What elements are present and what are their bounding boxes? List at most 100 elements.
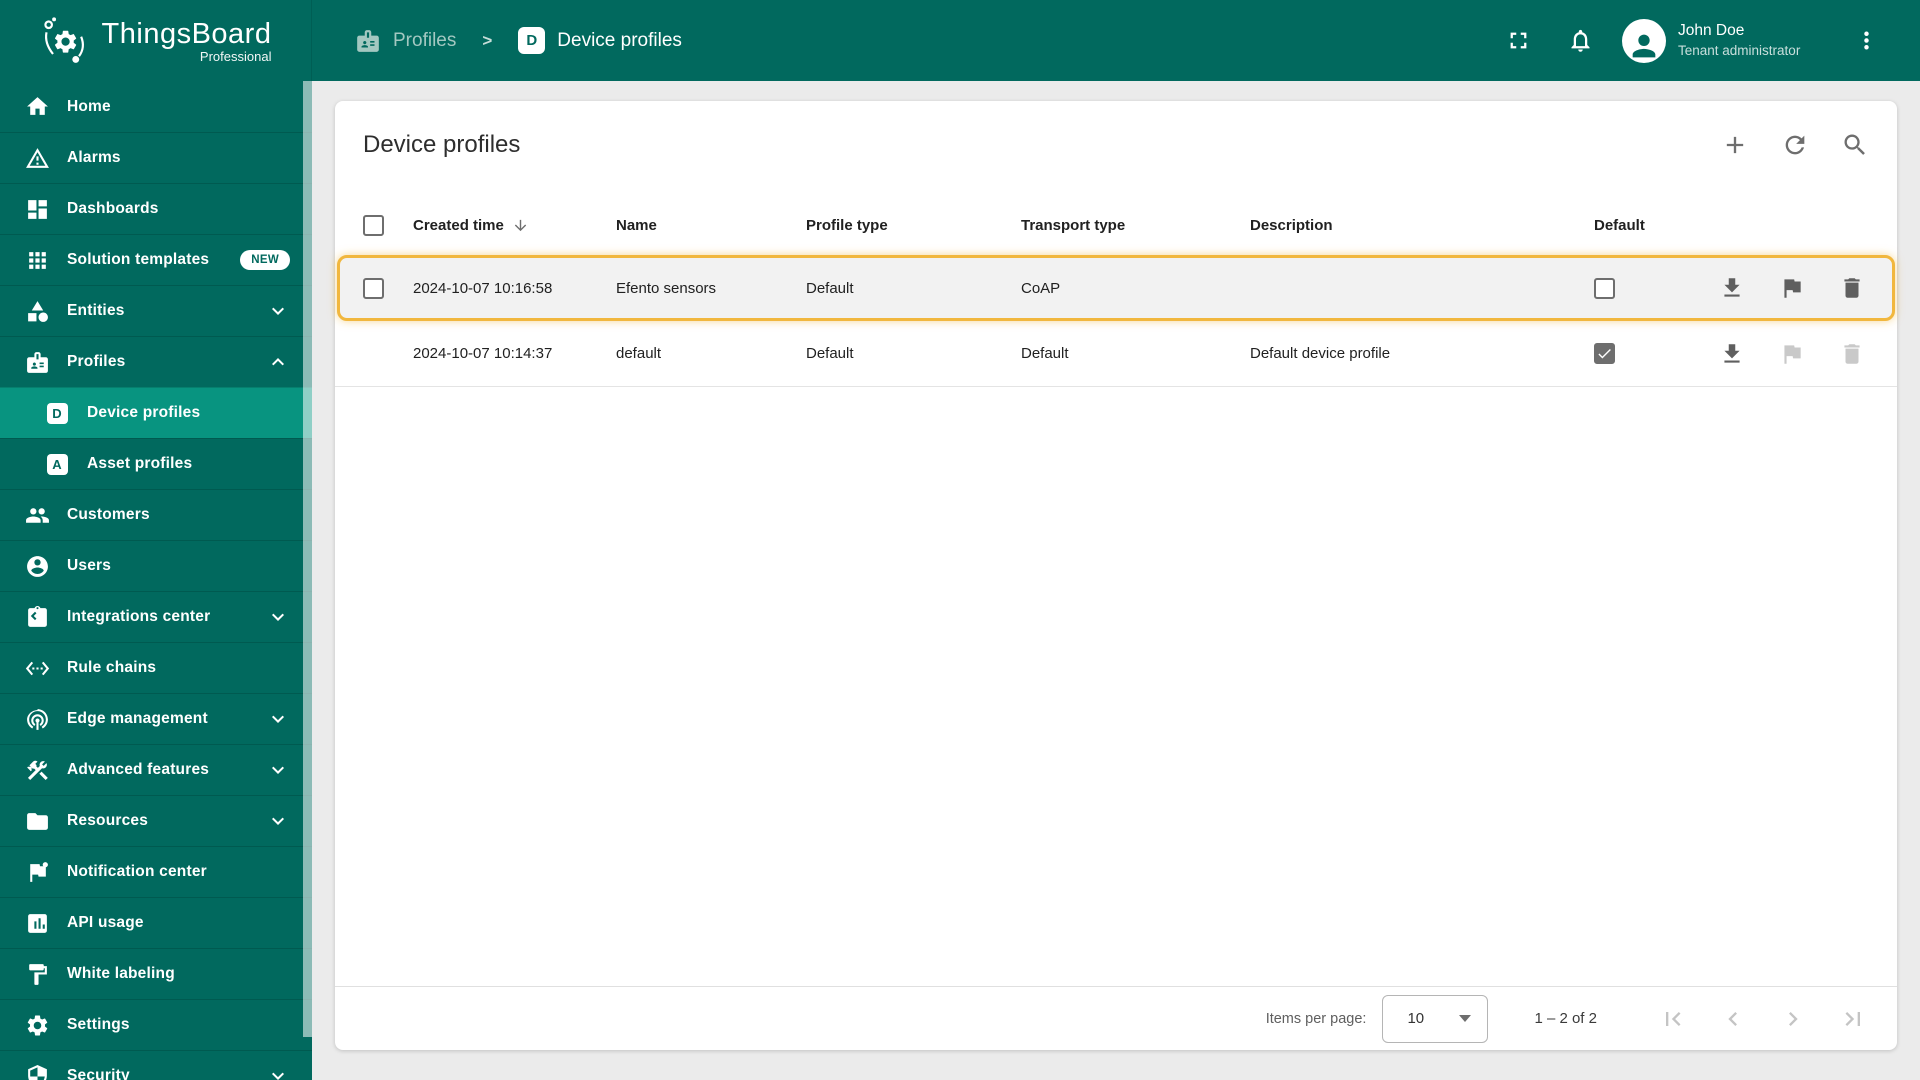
plus-icon	[1726, 136, 1744, 154]
sidebar-item-alarms[interactable]: Alarms	[0, 132, 312, 183]
sidebar-item-customers[interactable]: Customers	[0, 489, 312, 540]
default-checkbox[interactable]	[1594, 277, 1615, 299]
download-icon	[1724, 343, 1740, 363]
set-default-button[interactable]	[1775, 271, 1809, 305]
sidebar-item-advanced-features[interactable]: Advanced features	[0, 744, 312, 795]
items-per-page-select[interactable]: 10	[1382, 994, 1489, 1043]
sidebar-item-rule-chains[interactable]: Rule chains	[0, 642, 312, 693]
next-page-button[interactable]	[1771, 997, 1815, 1041]
category-icon	[24, 298, 50, 324]
table-header-row: Created time Name Profile type Transport…	[335, 201, 1897, 249]
last-page-button[interactable]	[1831, 997, 1875, 1041]
cell-created-time: 2024-10-07 10:14:37	[413, 345, 553, 362]
delete-profile-button[interactable]	[1835, 271, 1869, 305]
sidebar-item-security[interactable]: Security	[0, 1050, 312, 1080]
download-icon	[1724, 278, 1740, 297]
column-header-created-time[interactable]: Created time	[413, 217, 616, 234]
sidebar-item-api-usage[interactable]: API usage	[0, 897, 312, 948]
export-profile-button[interactable]	[1715, 337, 1749, 371]
trash-icon	[1844, 343, 1860, 364]
cell-transport-type: Default	[1021, 345, 1069, 362]
user-name: John Doe	[1678, 22, 1745, 39]
people-icon	[24, 502, 50, 528]
fullscreen-icon	[1510, 32, 1526, 49]
chevron-right-icon	[1789, 1011, 1798, 1026]
trash-icon	[1844, 278, 1860, 298]
fullscreen-button[interactable]	[1498, 21, 1538, 61]
sidebar-item-notification-center[interactable]: Notification center	[0, 846, 312, 897]
sort-desc-arrow-icon	[514, 219, 527, 231]
row-actions	[1700, 271, 1869, 305]
cell-name: Efento sensors	[616, 279, 717, 297]
column-header-profile-type[interactable]: Profile type	[806, 217, 1021, 234]
table-row[interactable]: 2024-10-07 10:16:58 Efento sensors Defau…	[337, 255, 1895, 321]
export-profile-button[interactable]	[1715, 271, 1749, 305]
sidebar-item-asset-profiles[interactable]: A Asset profiles	[0, 438, 312, 489]
pager-buttons	[1651, 997, 1875, 1041]
sidebar-item-home[interactable]: Home	[0, 81, 312, 132]
integration-icon	[24, 604, 50, 630]
paginator: Items per page: 10 1 – 2 of 2	[335, 986, 1897, 1050]
column-header-name[interactable]: Name	[616, 217, 806, 234]
chevron-down-icon	[266, 758, 290, 782]
construction-icon	[24, 757, 50, 783]
user-info[interactable]: John Doe Tenant administrator	[1678, 21, 1826, 60]
first-page-button[interactable]	[1651, 997, 1695, 1041]
sidebar-scrollbar[interactable]	[303, 81, 312, 1037]
page-range-label: 1 – 2 of 2	[1534, 1010, 1597, 1027]
sidebar-item-settings[interactable]: Settings	[0, 999, 312, 1050]
search-button[interactable]	[1835, 125, 1875, 165]
notification-flag-icon	[24, 859, 50, 885]
sidebar-item-entities[interactable]: Entities	[0, 285, 312, 336]
more-menu-button[interactable]	[1846, 21, 1886, 61]
apps-grid-icon	[24, 247, 50, 273]
brand-name: ThingsBoard	[101, 17, 272, 50]
column-header-description[interactable]: Description	[1250, 217, 1594, 234]
chevron-left-icon	[1728, 1011, 1737, 1026]
card-header: Device profiles	[335, 101, 1897, 165]
cell-profile-type: Default	[806, 345, 854, 362]
column-header-default[interactable]: Default	[1594, 217, 1700, 234]
sidebar-item-dashboards[interactable]: Dashboards	[0, 183, 312, 234]
cell-created-time: 2024-10-07 10:16:58	[413, 279, 553, 297]
sidebar-item-resources[interactable]: Resources	[0, 795, 312, 846]
cell-description: Default device profile	[1250, 345, 1391, 362]
notifications-button[interactable]	[1560, 21, 1600, 61]
bell-icon	[1571, 29, 1589, 52]
new-badge: NEW	[240, 250, 290, 270]
breadcrumb-current: Device profiles	[557, 29, 682, 51]
sidebar-item-edge-management[interactable]: Edge management	[0, 693, 312, 744]
gear-icon	[24, 1012, 50, 1038]
table-row[interactable]: 2024-10-07 10:14:37 default Default Defa…	[335, 321, 1897, 387]
sidebar-item-profiles[interactable]: Profiles	[0, 336, 312, 387]
flag-icon	[1784, 279, 1801, 298]
brand-edition: Professional	[199, 48, 272, 64]
sidebar-item-solution-templates[interactable]: Solution templates NEW	[0, 234, 312, 285]
sidebar-item-integrations-center[interactable]: Integrations center	[0, 591, 312, 642]
asset-profiles-letter-icon: A	[44, 451, 70, 477]
select-all-checkbox[interactable]	[363, 214, 384, 236]
add-device-profile-button[interactable]	[1715, 125, 1755, 165]
table-toolbar	[1715, 125, 1875, 165]
column-header-transport-type[interactable]: Transport type	[1021, 217, 1250, 234]
shield-icon	[24, 1063, 50, 1080]
breadcrumb: Profiles > D Device profiles	[312, 27, 1498, 54]
brand-logo[interactable]: ThingsBoard Professional	[0, 0, 312, 81]
sidebar-item-users[interactable]: Users	[0, 540, 312, 591]
sidebar-item-white-labeling[interactable]: White labeling	[0, 948, 312, 999]
default-checkbox	[1594, 343, 1615, 364]
user-avatar[interactable]	[1622, 18, 1666, 63]
sidebar-item-device-profiles[interactable]: D Device profiles	[0, 387, 312, 438]
sidebar: Home Alarms Dashboards Solution template…	[0, 81, 312, 1080]
main-content: Device profiles Created time Name Profil…	[312, 81, 1920, 1080]
dropdown-caret-icon	[1459, 1015, 1472, 1022]
chevron-down-icon	[266, 299, 290, 323]
refresh-button[interactable]	[1775, 125, 1815, 165]
breadcrumb-parent[interactable]: Profiles	[393, 30, 456, 52]
chart-box-icon	[24, 910, 50, 936]
app-root: ThingsBoard Professional Profiles > D De…	[0, 0, 1920, 1080]
device-profiles-letter-icon: D	[44, 400, 70, 426]
row-select-checkbox[interactable]	[363, 277, 384, 299]
previous-page-button[interactable]	[1711, 997, 1755, 1041]
row-actions	[1700, 337, 1869, 371]
